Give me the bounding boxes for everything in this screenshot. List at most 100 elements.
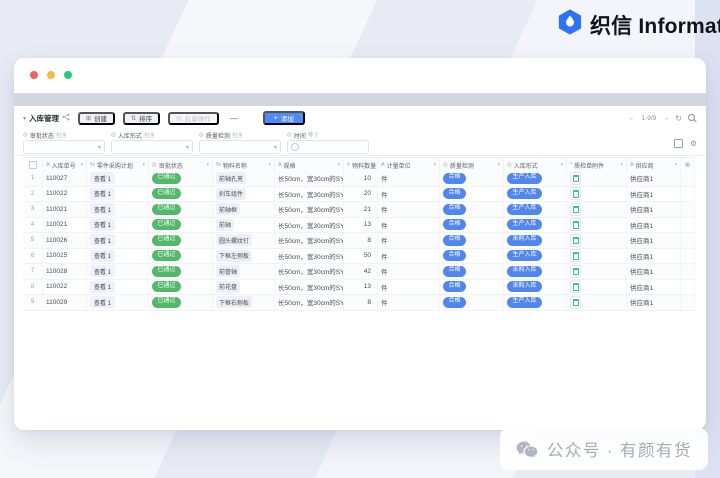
view-link-button[interactable]: 查看 1	[90, 188, 115, 200]
prev-page-arrow[interactable]: ←	[628, 115, 635, 122]
column-menu-icon[interactable]: ▾	[620, 162, 623, 168]
select-all-checkbox[interactable]	[29, 161, 37, 169]
add-column-button[interactable]: ⊕	[681, 158, 695, 172]
column-header[interactable]: # 物料数量 ▾	[344, 158, 378, 172]
column-menu-icon[interactable]: ▾	[674, 162, 677, 168]
cell-order-no: 110026	[43, 233, 87, 248]
filter-qualifier: 包含	[144, 131, 155, 139]
column-label: 供应商	[636, 161, 654, 170]
column-menu-icon[interactable]: ▾	[560, 162, 563, 168]
minimize-window-button[interactable]	[47, 71, 55, 79]
cell-quantity: 8	[344, 233, 378, 248]
column-menu-icon[interactable]: ▾	[80, 162, 83, 168]
next-page-arrow[interactable]: →	[662, 115, 669, 122]
search-icon[interactable]	[688, 114, 697, 123]
app-window: ▾ 入库管理 ⊞ 创建 ⇅ 排序	[14, 58, 706, 430]
inbound-mode-badge: 生产入库	[507, 173, 542, 184]
filter-control[interactable]: ▾	[111, 140, 193, 154]
maximize-window-button[interactable]	[64, 71, 72, 79]
add-button[interactable]: + 添加	[263, 111, 305, 125]
cell-row-number: 1	[23, 171, 43, 186]
column-header[interactable]: ◎ 质量检测 ▾	[440, 158, 504, 172]
table-row[interactable]: 5 110026 查看 1 已通过 圆头螺纹钉 长50cm，宽30cm的SY1 …	[23, 233, 695, 249]
filter-bar: ◎ 审批状态 包含 ▾ ◎ 入库形式 包含	[14, 128, 706, 156]
inbound-mode-badge: 生产入库	[507, 188, 542, 199]
approval-status-badge: 已通过	[152, 281, 181, 292]
column-label: 入库形式	[514, 161, 538, 170]
quality-status-badge: 合格	[443, 219, 466, 230]
table-row[interactable]: 1 110027 查看 1 已通过 前轴孔夹 长50cm，宽30cm的SY1 1…	[23, 171, 695, 187]
column-menu-icon[interactable]: ▾	[142, 162, 145, 168]
cell-material: 下框右侧板	[213, 295, 275, 310]
column-header[interactable]: A 计量单位 ▾	[378, 158, 440, 172]
column-menu-icon[interactable]: ▾	[497, 162, 500, 168]
attachment-file-icon[interactable]	[570, 296, 581, 309]
attachment-file-icon[interactable]	[570, 218, 581, 231]
view-link-button[interactable]: 查看 1	[90, 219, 115, 231]
view-link-button[interactable]: 查看 1	[90, 250, 115, 262]
cell-extra	[681, 202, 695, 217]
toolbar-button[interactable]: ⇅ 排序	[123, 112, 160, 125]
field-type-icon: ◎	[507, 162, 512, 168]
column-header[interactable]: ◎ 审批状态 ▾	[149, 158, 213, 172]
column-header[interactable]: % 零件采购计划 ▾	[87, 158, 149, 172]
table-row[interactable]: 6 110025 查看 1 已通过 下框左侧板 长50cm，宽30cm的SY1 …	[23, 249, 695, 265]
material-tag: 下框右侧板	[216, 296, 252, 308]
view-link-button[interactable]: 查看 1	[90, 203, 115, 215]
view-link-button[interactable]: 查看 1	[90, 234, 115, 246]
column-menu-icon[interactable]: ▾	[268, 162, 271, 168]
approval-status-badge: 已通过	[152, 173, 181, 184]
toolbar-right: ← 1-9/9 → ↻	[628, 114, 697, 123]
fit-view-icon[interactable]	[674, 139, 683, 148]
cell-row-number: 8	[23, 280, 43, 295]
toolbar-button[interactable]: ▤ 批量操作	[168, 112, 219, 125]
gear-icon[interactable]: ⚙	[690, 139, 697, 148]
filter-control[interactable]	[287, 140, 369, 154]
table-row[interactable]: 4 110021 查看 1 已通过 前轴 长50cm，宽30cm的SY1 13 …	[23, 218, 695, 234]
column-menu-icon[interactable]: ▾	[337, 162, 340, 168]
toolbar-button[interactable]: ⊞ 创建	[78, 112, 115, 125]
chevron-down-icon: ▾	[274, 144, 277, 151]
column-header[interactable]: A 规格 ▾	[275, 158, 344, 172]
filter-control[interactable]: ▾	[199, 140, 281, 154]
table-row[interactable]: 9 110029 查看 1 已通过 下框右侧板 长50cm，宽30cm的SY1 …	[23, 295, 695, 311]
column-header[interactable]: ◎ 入库形式 ▾	[504, 158, 567, 172]
column-header[interactable]: A 供应商 ▾	[627, 158, 681, 172]
inbound-mode-badge: 采购入库	[507, 281, 542, 292]
column-header[interactable]: * 质检单附件 ▾	[567, 158, 627, 172]
table-row[interactable]: 2 110022 查看 1 已通过 刹车组件 长50cm，宽30cm的SY1 2…	[23, 187, 695, 203]
view-link-button[interactable]: 查看 1	[90, 281, 115, 293]
cell-plan: 查看 1	[87, 249, 149, 264]
cell-plan: 查看 1	[87, 171, 149, 186]
attachment-file-icon[interactable]	[570, 187, 581, 200]
share-icon[interactable]	[62, 113, 70, 123]
view-link-button[interactable]: 查看 1	[90, 172, 115, 184]
attachment-file-icon[interactable]	[570, 203, 581, 216]
cell-order-no: 110029	[43, 295, 87, 310]
attachment-file-icon[interactable]	[570, 249, 581, 262]
more-button[interactable]: —	[227, 114, 241, 123]
close-window-button[interactable]	[30, 71, 38, 79]
column-header[interactable]: A 入库单号 ▾	[43, 158, 87, 172]
button-icon: ⇅	[131, 115, 136, 122]
column-menu-icon[interactable]: ▾	[433, 162, 436, 168]
attachment-file-icon[interactable]	[570, 172, 581, 185]
cell-row-number: 7	[23, 264, 43, 279]
table-row[interactable]: 8 110022 查看 1 已通过 前花盘 长50cm，宽30cm的SY1 13…	[23, 280, 695, 296]
view-link-button[interactable]: 查看 1	[90, 296, 115, 308]
attachment-file-icon[interactable]	[570, 280, 581, 293]
filter-label-row: ◎ 时间 等于	[287, 130, 369, 140]
column-header[interactable]: % 物料名称 ▾	[213, 158, 275, 172]
filter-group: ◎ 质量检测 包含 ▾	[199, 130, 281, 155]
cell-plan: 查看 1	[87, 295, 149, 310]
refresh-icon[interactable]: ↻	[675, 114, 682, 123]
attachment-file-icon[interactable]	[570, 234, 581, 247]
table-row[interactable]: 3 110021 查看 1 已通过 前轴框 长50cm，宽30cm的SY1 21…	[23, 202, 695, 218]
filter-control[interactable]: ▾	[23, 140, 105, 154]
cell-extra	[681, 218, 695, 233]
attachment-file-icon[interactable]	[570, 265, 581, 278]
table-row[interactable]: 7 110028 查看 1 已通过 前管轴 长50cm，宽30cm的SY1 42…	[23, 264, 695, 280]
column-menu-icon[interactable]: ▾	[206, 162, 209, 168]
view-link-button[interactable]: 查看 1	[90, 265, 115, 277]
page-title[interactable]: ▾ 入库管理	[23, 113, 70, 124]
